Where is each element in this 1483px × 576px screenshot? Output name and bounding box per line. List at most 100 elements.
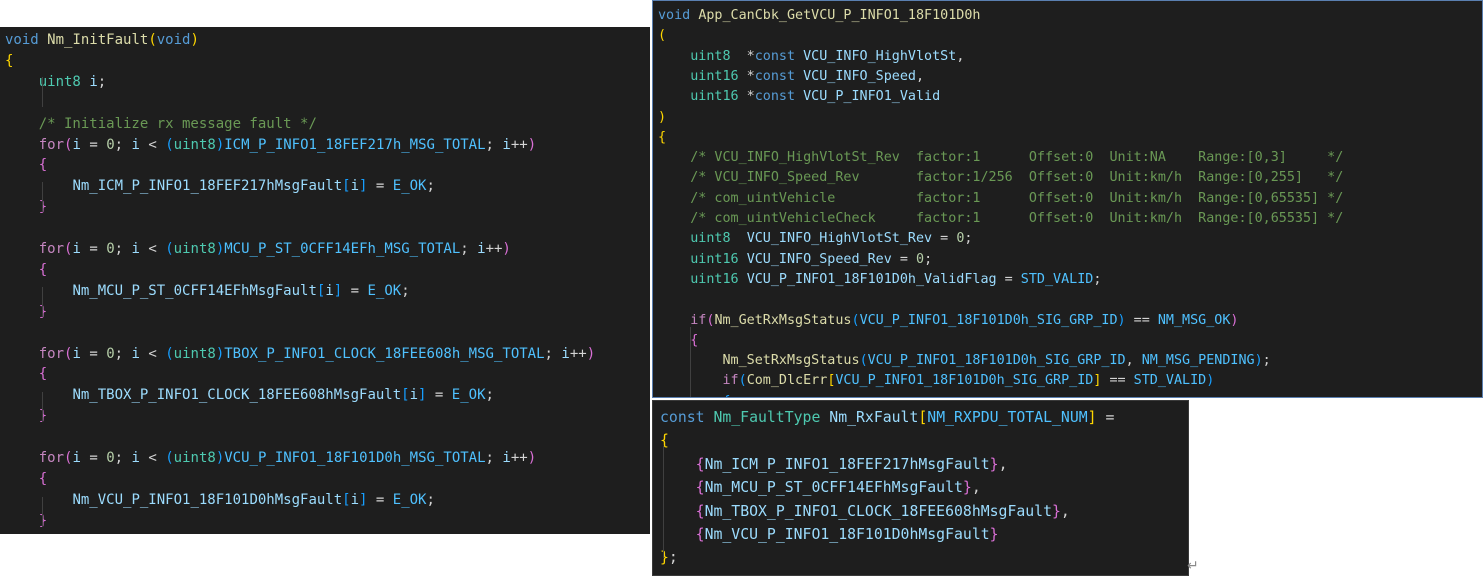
code-token: ( bbox=[859, 353, 868, 369]
code-line[interactable]: /* VCU_INFO_HighVlotSt_Rev factor:1 Offs… bbox=[658, 148, 1343, 168]
code-token: if bbox=[722, 373, 739, 389]
code-line[interactable]: } bbox=[5, 511, 47, 531]
code-line[interactable]: uint16 VCU_P_INFO1_18F101D0h_ValidFlag =… bbox=[658, 270, 1101, 290]
code-token: ; bbox=[426, 178, 435, 195]
code-line[interactable]: Nm_SetRxMsgStatus(VCU_P_INFO1_18F101D0h_… bbox=[658, 351, 1271, 371]
code-line[interactable]: uint16 *const VCU_INFO_Speed, bbox=[658, 67, 924, 87]
code-line[interactable]: uint8 *const VCU_INFO_HighVlotSt, bbox=[658, 47, 964, 67]
code-line[interactable]: void Nm_InitFault(void) bbox=[5, 30, 199, 50]
code-line[interactable]: Nm_MCU_P_ST_0CFF14EFhMsgFault[i] = E_OK; bbox=[5, 281, 410, 301]
code-line[interactable]: { bbox=[660, 429, 669, 452]
code-line[interactable]: { bbox=[5, 51, 13, 71]
code-line[interactable]: { bbox=[5, 469, 47, 489]
code-token: { bbox=[38, 157, 48, 174]
code-token: for bbox=[38, 136, 65, 153]
code-line[interactable]: /* com_uintVehicle factor:1 Offset:0 Uni… bbox=[658, 189, 1343, 209]
code-line[interactable]: { bbox=[658, 392, 731, 397]
editor-panel-app-cancbk[interactable]: void App_CanCbk_GetVCU_P_INFO1_18F101D0h… bbox=[652, 0, 1483, 398]
code-line[interactable]: uint16 VCU_INFO_Speed_Rev = 0; bbox=[658, 250, 932, 270]
code-token: uint8 bbox=[173, 241, 216, 257]
editor-panel-nm-rxfault[interactable]: const Nm_FaultType Nm_RxFault[NM_RXPDU_T… bbox=[652, 400, 1189, 576]
code-line[interactable]: { bbox=[5, 364, 47, 384]
code-line[interactable]: uint8 i; bbox=[5, 72, 106, 92]
code-line[interactable]: { bbox=[5, 260, 47, 280]
code-token: ; bbox=[114, 345, 132, 362]
code-line[interactable]: { bbox=[5, 155, 47, 175]
code-line[interactable]: ( bbox=[658, 26, 666, 46]
code-line[interactable]: const Nm_FaultType Nm_RxFault[NM_RXPDU_T… bbox=[660, 406, 1114, 429]
code-line[interactable]: } bbox=[5, 406, 47, 426]
code-token: ) bbox=[502, 241, 511, 257]
code-token: , bbox=[998, 455, 1008, 473]
code-token: * bbox=[730, 48, 755, 64]
code-line[interactable]: { bbox=[658, 128, 666, 148]
code-line[interactable]: uint8 VCU_INFO_HighVlotSt_Rev = 0; bbox=[658, 229, 972, 249]
code-line[interactable]: if(Nm_GetRxMsgStatus(VCU_P_INFO1_18F101D… bbox=[658, 311, 1238, 331]
code-line[interactable]: Nm_VCU_P_INFO1_18F101D0hMsgFault[i] = E_… bbox=[5, 490, 434, 510]
code-line[interactable]: Nm_ICM_P_INFO1_18FEF217hMsgFault[i] = E_… bbox=[5, 176, 435, 196]
code-token: i bbox=[131, 450, 140, 466]
code-token: { bbox=[38, 261, 48, 278]
code-token: /* com_uintVehicleCheck factor:1 Offset:… bbox=[690, 211, 1344, 226]
code-line[interactable]: { bbox=[658, 331, 698, 351]
code-token: i bbox=[72, 241, 81, 257]
code-token: uint8 bbox=[690, 48, 731, 64]
indent-guide bbox=[42, 182, 43, 212]
code-token: ++ bbox=[510, 450, 528, 466]
code-token: ) bbox=[658, 109, 667, 125]
code-token: } bbox=[660, 549, 669, 567]
code-token: /* VCU_INFO_Speed_Rev factor:1/256 Offse… bbox=[690, 170, 1344, 186]
code-token: NM_MSG_OK bbox=[1157, 312, 1231, 328]
code-line[interactable]: {Nm_ICM_P_INFO1_18FEF217hMsgFault}, bbox=[660, 453, 1008, 476]
code-line[interactable]: } bbox=[5, 302, 47, 322]
code-token: ; bbox=[964, 231, 973, 247]
code-token: ; bbox=[1262, 353, 1271, 369]
code-token: ( bbox=[165, 450, 174, 466]
code-token: ) bbox=[527, 450, 537, 466]
code-token: i bbox=[89, 73, 98, 90]
code-line[interactable]: {Nm_TBOX_P_INFO1_CLOCK_18FEE608hMsgFault… bbox=[660, 500, 1070, 523]
code-token: = bbox=[367, 178, 393, 195]
code-line[interactable]: /* com_uintVehicleCheck factor:1 Offset:… bbox=[658, 209, 1343, 229]
code-token: , bbox=[916, 68, 925, 84]
code-line[interactable]: for(i = 0; i < (uint8)MCU_P_ST_0CFF14EFh… bbox=[5, 239, 511, 259]
code-token: ; bbox=[401, 282, 410, 299]
code-token: , bbox=[971, 479, 981, 497]
code-token: ) bbox=[1230, 312, 1239, 328]
code-token: ( bbox=[165, 241, 174, 257]
code-line[interactable]: void App_CanCbk_GetVCU_P_INFO1_18F101D0h bbox=[658, 6, 980, 26]
code-token: uint16 bbox=[690, 68, 739, 84]
code-line[interactable]: Nm_TBOX_P_INFO1_CLOCK_18FEE608hMsgFault[… bbox=[5, 385, 494, 405]
code-line[interactable]: ) bbox=[658, 108, 666, 128]
code-token: ) bbox=[190, 32, 199, 48]
code-line[interactable]: uint16 *const VCU_P_INFO1_Valid bbox=[658, 87, 940, 107]
code-token: ; bbox=[1093, 271, 1102, 287]
code-token: E_OK bbox=[392, 491, 427, 508]
editor-panel-nm-initfault[interactable]: void Nm_InitFault(void){ uint8 i; /* Ini… bbox=[0, 27, 650, 534]
code-line[interactable]: {Nm_VCU_P_INFO1_18F101D0hMsgFault} bbox=[660, 523, 999, 546]
code-token: i bbox=[502, 450, 511, 466]
code-token: } bbox=[989, 455, 999, 473]
code-line[interactable]: for(i = 0; i < (uint8)ICM_P_INFO1_18FEF2… bbox=[5, 135, 536, 155]
code-token: E_OK bbox=[451, 387, 486, 404]
code-line[interactable]: if(Com_DlcErr[VCU_P_INFO1_18F101D0h_SIG_… bbox=[658, 371, 1215, 391]
code-token: Nm_TBOX_P_INFO1_CLOCK_18FEE608hMsgFault bbox=[72, 387, 402, 404]
code-line[interactable]: {Nm_MCU_P_ST_0CFF14EFhMsgFault}, bbox=[660, 476, 981, 499]
code-line[interactable]: for(i = 0; i < (uint8)TBOX_P_INFO1_CLOCK… bbox=[5, 344, 595, 364]
code-token: i bbox=[350, 491, 360, 508]
code-line[interactable]: for(i = 0; i < (uint8)VCU_P_INFO1_18F101… bbox=[5, 448, 536, 468]
code-line[interactable]: } bbox=[5, 197, 47, 217]
code-line[interactable]: /* Initialize rx message fault */ bbox=[5, 114, 317, 134]
code-line[interactable]: /* VCU_INFO_Speed_Rev factor:1/256 Offse… bbox=[658, 168, 1343, 188]
